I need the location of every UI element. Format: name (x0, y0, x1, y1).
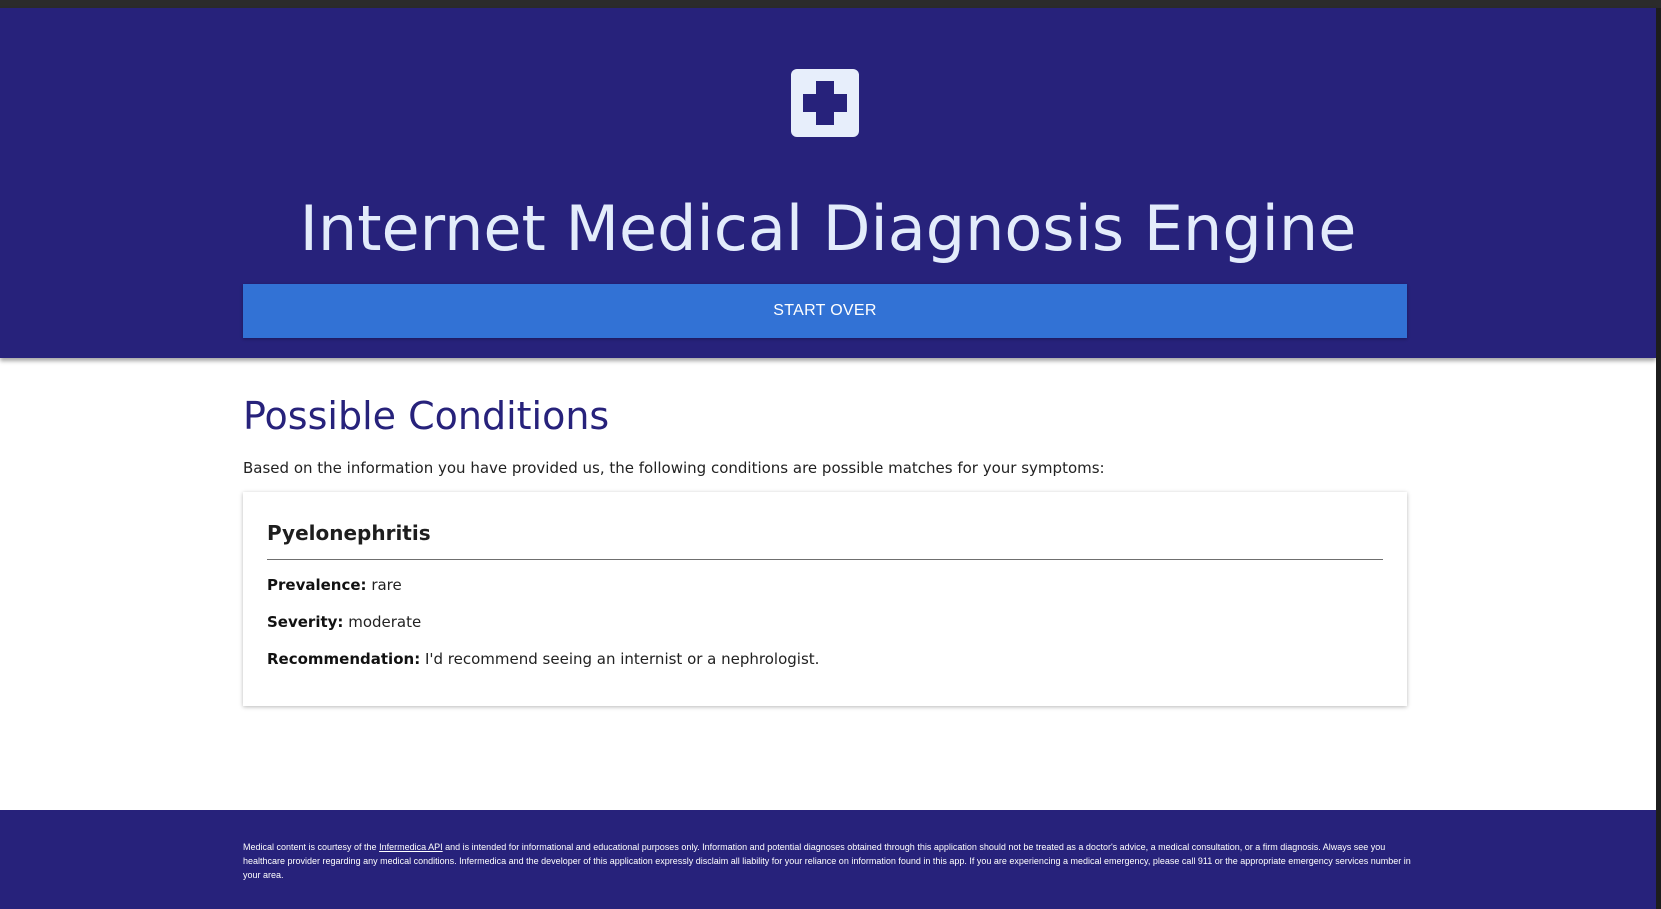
app-footer: Medical content is courtesy of the Infer… (0, 810, 1656, 909)
severity-value: moderate (348, 613, 422, 631)
app-header: Internet Medical Diagnosis Engine START … (0, 8, 1656, 358)
card-divider (267, 559, 1383, 560)
intro-text: Based on the information you have provid… (243, 459, 1105, 477)
page-title: Internet Medical Diagnosis Engine (299, 192, 1357, 265)
cross-horizontal-bar (803, 94, 847, 112)
section-title: Possible Conditions (243, 394, 610, 438)
recommendation-value: I'd recommend seeing an internist or a n… (424, 650, 820, 668)
scrollbar-track[interactable] (1656, 8, 1661, 909)
condition-card: Pyelonephritis Prevalence: rare Severity… (243, 492, 1407, 706)
medical-cross-icon (791, 69, 859, 137)
browser-top-strip (0, 0, 1661, 8)
recommendation-label: Recommendation: (267, 650, 421, 668)
prevalence-value: rare (371, 576, 402, 594)
disclaimer-text: Medical content is courtesy of the Infer… (243, 840, 1413, 882)
severity-label: Severity: (267, 613, 344, 631)
condition-name: Pyelonephritis (267, 521, 431, 545)
disclaimer-intro: Medical content is courtesy of the (243, 842, 377, 852)
start-over-button[interactable]: START OVER (243, 284, 1407, 338)
infermedica-api-link[interactable]: Infermedica API (379, 842, 443, 852)
prevalence-label: Prevalence: (267, 576, 367, 594)
recommendation-row: Recommendation: I'd recommend seeing an … (267, 649, 819, 669)
prevalence-row: Prevalence: rare (267, 575, 402, 595)
severity-row: Severity: moderate (267, 612, 421, 632)
